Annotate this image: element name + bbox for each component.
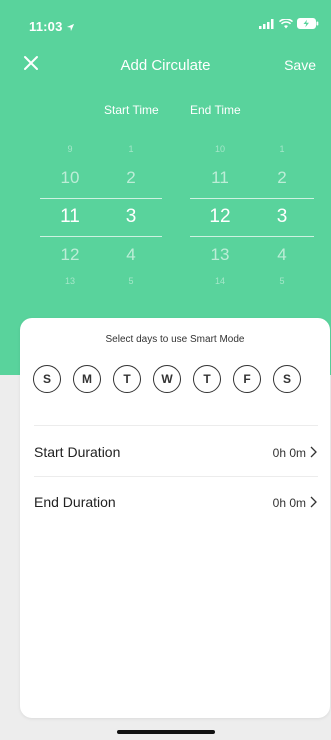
- day-thursday[interactable]: T: [193, 365, 221, 393]
- days-title: Select days to use Smart Mode: [105, 334, 245, 345]
- wheel-item: 5: [279, 276, 285, 286]
- start-time-picker[interactable]: 9 10 11 12 13 1 2 3 4 5: [40, 140, 162, 300]
- save-button[interactable]: Save: [284, 57, 316, 73]
- smart-mode-sheet: Select days to use Smart Mode S M T W T …: [20, 318, 330, 718]
- status-time-text: 11:03: [29, 19, 63, 34]
- start-time-label: Start Time: [104, 103, 159, 117]
- start-duration-row[interactable]: Start Duration 0h 0m: [34, 440, 318, 464]
- page-title: Add Circulate: [120, 57, 211, 74]
- wheel-item: 1: [128, 144, 134, 154]
- start-duration-label: Start Duration: [34, 444, 121, 460]
- wheel-item: 2: [126, 168, 136, 187]
- end-hour-wheel[interactable]: 10 11 12 13 14: [190, 140, 250, 300]
- end-duration-value: 0h 0m: [272, 496, 306, 510]
- divider: [34, 476, 318, 477]
- start-duration-value: 0h 0m: [272, 446, 306, 460]
- wheel-item: 14: [214, 276, 225, 286]
- day-tuesday[interactable]: T: [113, 365, 141, 393]
- start-minute-wheel[interactable]: 1 2 3 4 5: [101, 140, 161, 300]
- wheel-item: 5: [128, 276, 134, 286]
- day-selector: S M T W T F S: [33, 365, 301, 393]
- end-minute-wheel[interactable]: 1 2 3 4 5: [252, 140, 312, 300]
- wheel-item: 13: [210, 245, 230, 264]
- end-duration-label: End Duration: [34, 494, 116, 510]
- status-bar: 11:03: [0, 0, 331, 40]
- end-time-label: End Time: [190, 103, 241, 117]
- end-duration-row[interactable]: End Duration 0h 0m: [34, 490, 318, 514]
- wheel-item: 4: [126, 245, 136, 264]
- wheel-item: 12: [60, 245, 80, 264]
- wifi-icon: [279, 18, 293, 28]
- wheel-item-selected: 3: [276, 206, 288, 227]
- wheel-item: 10: [214, 144, 225, 154]
- wheel-item-selected: 12: [209, 206, 231, 227]
- wheel-item: 11: [211, 168, 229, 187]
- start-hour-wheel[interactable]: 9 10 11 12 13: [40, 140, 100, 300]
- day-sunday[interactable]: S: [33, 365, 61, 393]
- location-arrow-icon: [67, 23, 75, 32]
- chevron-right-icon: [310, 496, 317, 508]
- status-time: 11:03: [29, 19, 75, 34]
- cellular-signal-icon: [259, 18, 274, 29]
- home-indicator: [117, 730, 215, 734]
- battery-charging-icon: [297, 18, 319, 29]
- divider: [34, 425, 318, 426]
- end-time-picker[interactable]: 10 11 12 13 14 1 2 3 4 5: [190, 140, 314, 300]
- wheel-item: 13: [64, 276, 75, 286]
- wheel-item-selected: 3: [125, 206, 137, 227]
- status-icons: [259, 18, 319, 29]
- day-wednesday[interactable]: W: [153, 365, 181, 393]
- wheel-item: 1: [279, 144, 285, 154]
- chevron-right-icon: [310, 446, 317, 458]
- add-circulate-screen: 11:03 Add Circulate Save Start Time End …: [0, 0, 331, 740]
- wheel-item: 2: [277, 168, 287, 187]
- wheel-item: 4: [277, 245, 287, 264]
- day-saturday[interactable]: S: [273, 365, 301, 393]
- wheel-item-selected: 11: [60, 206, 80, 227]
- day-friday[interactable]: F: [233, 365, 261, 393]
- wheel-item: 10: [60, 168, 80, 187]
- wheel-item: 9: [67, 144, 73, 154]
- day-monday[interactable]: M: [73, 365, 101, 393]
